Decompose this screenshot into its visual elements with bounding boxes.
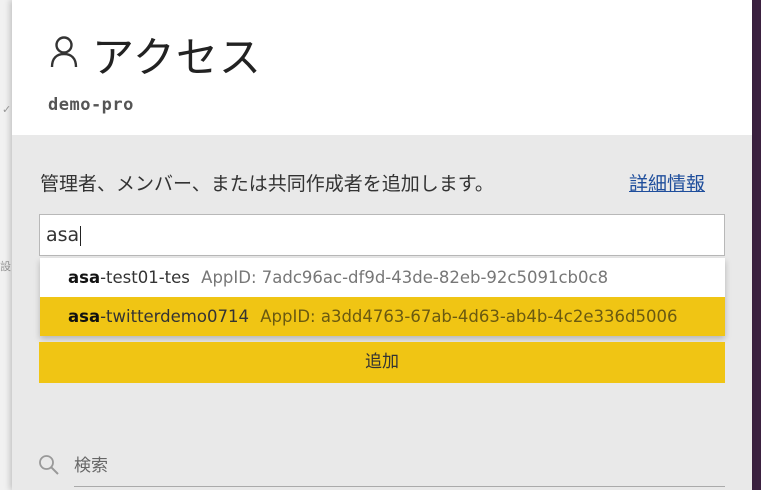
suggestion-item-highlighted[interactable]: asa-twitterdemo0714 AppID: a3dd4763-67ab… — [40, 297, 725, 336]
suggestion-name: asa-twitterdemo0714 — [68, 307, 249, 326]
search-input[interactable]: 検索 — [74, 448, 725, 487]
suggestion-appid: AppID: a3dd4763-67ab-4d63-ab4b-4c2e336d5… — [260, 307, 678, 326]
page-title: アクセス — [92, 33, 262, 82]
background-fragment: 設 — [0, 260, 11, 273]
add-button[interactable]: 追加 — [39, 342, 725, 383]
learn-more-link[interactable]: 詳細情報 — [629, 169, 705, 196]
background-edge — [752, 0, 761, 490]
suggestion-appid: AppID: 7adc96ac-df9d-43de-82eb-92c5091cb… — [201, 268, 609, 287]
add-user-input[interactable]: asa — [39, 214, 725, 256]
user-icon — [50, 36, 78, 68]
search-icon — [39, 455, 59, 475]
add-description: 管理者、メンバー、または共同作成者を追加します。 — [40, 173, 494, 195]
panel-header: アクセス demo-pro — [12, 0, 752, 135]
suggestion-name: asa-test01-tes — [68, 268, 190, 287]
background-fragment: ✓ — [2, 103, 12, 116]
access-panel: アクセス demo-pro 管理者、メンバー、または共同作成者を追加します。 詳… — [12, 0, 752, 490]
background-page: ✓ 設 — [0, 0, 12, 490]
app-name: demo-pro — [48, 95, 134, 115]
text-caret — [80, 225, 82, 246]
suggestion-item[interactable]: asa-test01-tes AppID: 7adc96ac-df9d-43de… — [40, 258, 725, 297]
add-user-input-value: asa — [46, 224, 80, 246]
suggestion-dropdown: asa-test01-tes AppID: 7adc96ac-df9d-43de… — [40, 258, 725, 336]
